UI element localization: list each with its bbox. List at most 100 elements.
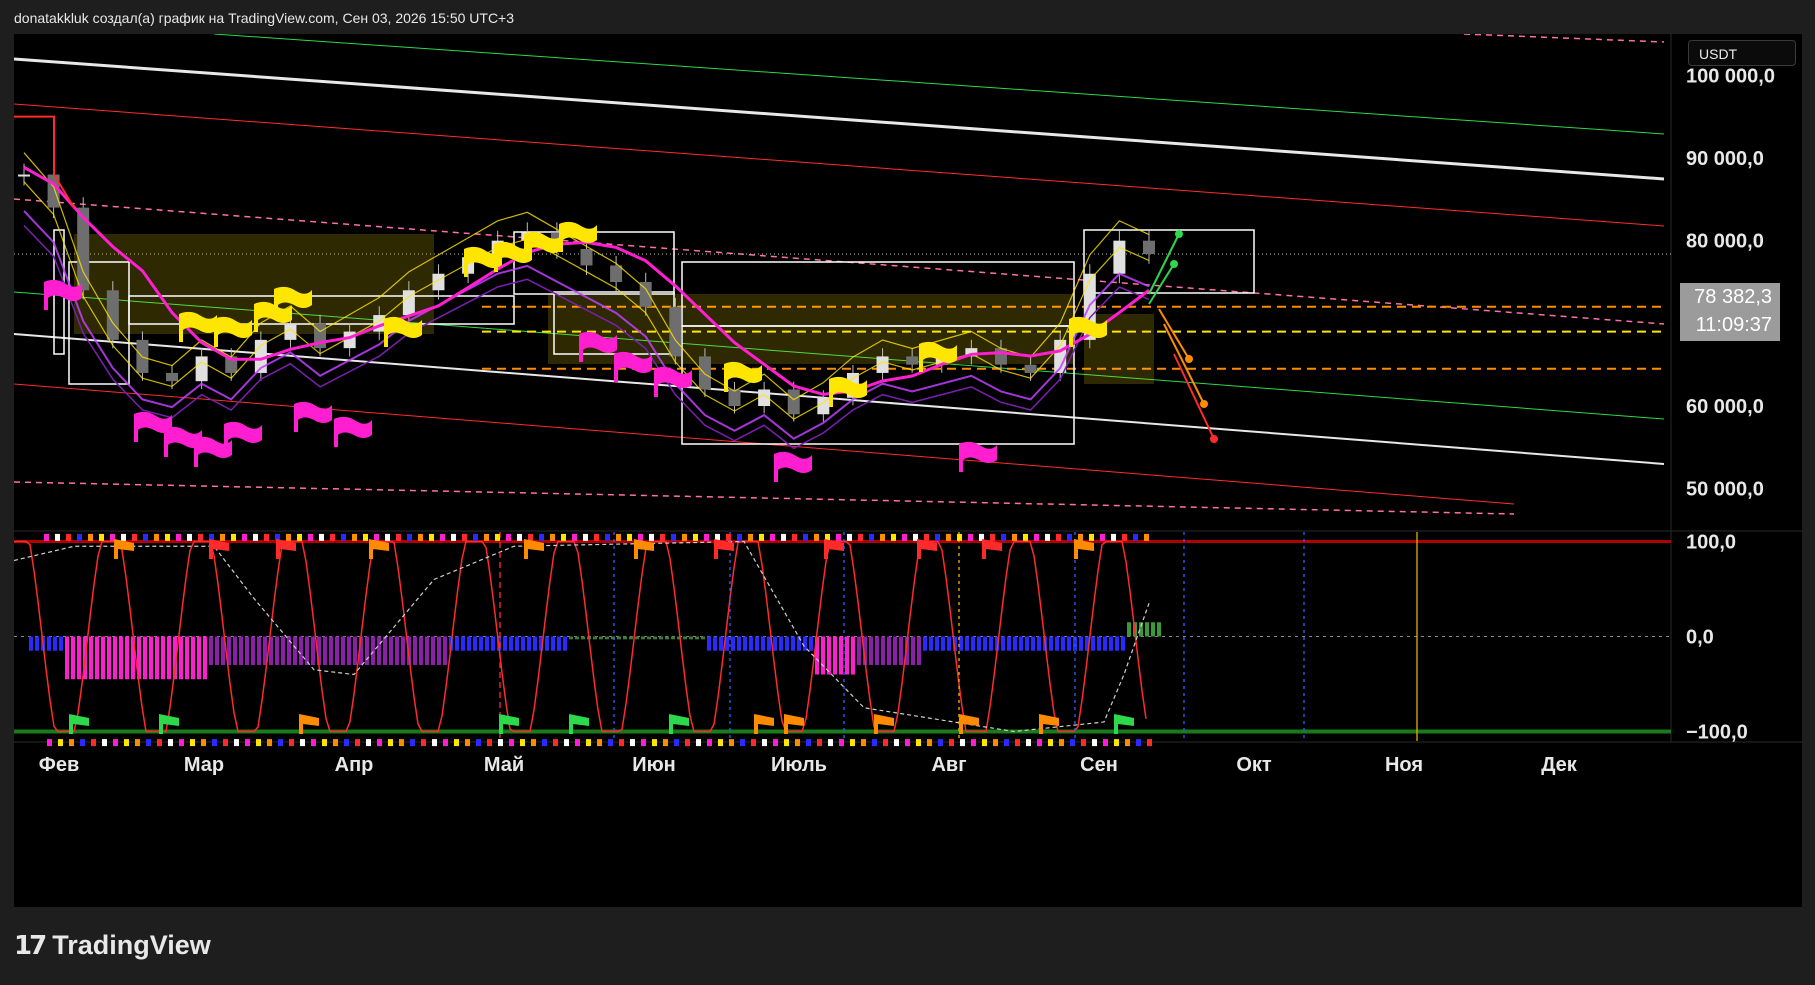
histogram-bar <box>125 636 129 680</box>
signal-dot-top <box>605 533 610 541</box>
candle-body <box>698 356 711 390</box>
histogram-bar <box>425 636 429 665</box>
price-axis-tick: 90 000,0 <box>1686 148 1764 170</box>
histogram-bar <box>791 636 795 651</box>
signal-dot-bottom <box>740 739 745 747</box>
histogram-bar <box>779 636 783 651</box>
histogram-bar <box>323 636 327 665</box>
tradingview-logo-icon: 17 <box>14 930 47 961</box>
histogram-bar <box>755 636 759 651</box>
signal-dot-bottom <box>454 739 459 747</box>
signal-dot-top <box>638 533 643 541</box>
histogram-bar <box>893 636 897 665</box>
signal-dot-bottom <box>465 739 470 747</box>
signal-dot-top <box>495 533 500 541</box>
signal-dot-bottom <box>311 739 316 747</box>
signal-dot-bottom <box>58 739 63 747</box>
histogram-bar <box>845 636 849 675</box>
tradingview-branding[interactable]: 17 TradingView <box>14 930 211 961</box>
signal-dot-bottom <box>872 739 877 747</box>
signal-dot-bottom <box>806 739 811 747</box>
time-axis-tick: Сен <box>1080 754 1118 776</box>
histogram-bar <box>701 636 705 640</box>
histogram-bar <box>395 636 399 665</box>
signal-dot-top <box>682 533 687 541</box>
signal-dot-top <box>176 533 181 541</box>
signal-dot-top <box>1078 533 1083 541</box>
signal-dot-bottom <box>905 739 910 747</box>
signal-dot-top <box>891 533 896 541</box>
histogram-bar <box>281 636 285 665</box>
histogram-bar <box>803 636 807 651</box>
signal-dot-bottom <box>1125 739 1130 747</box>
histogram-bar <box>569 636 573 640</box>
signal-dot-bottom <box>696 739 701 747</box>
signal-dot-top <box>220 533 225 541</box>
signal-dot-bottom <box>971 739 976 747</box>
forecast-arrow-head <box>1175 230 1183 238</box>
histogram-bar <box>785 636 789 651</box>
time-axis-tick: Ноя <box>1385 754 1423 776</box>
histogram-bar <box>599 636 603 640</box>
histogram-bar <box>185 636 189 680</box>
red-stop-line <box>14 115 75 209</box>
chart-canvas[interactable]: 100 000,090 000,080 000,070 000,060 000,… <box>14 34 1802 907</box>
chart-area[interactable]: 100 000,090 000,080 000,070 000,060 000,… <box>14 34 1802 907</box>
signal-dot-bottom <box>135 739 140 747</box>
signal-dot-top <box>1034 533 1039 541</box>
signal-dot-bottom <box>641 739 646 747</box>
signal-dot-bottom <box>520 739 525 747</box>
currency-selector[interactable]: USDT <box>1688 40 1796 66</box>
time-axis-tick: Апр <box>335 754 374 776</box>
time-axis-tick: Авг <box>931 754 966 776</box>
histogram-bar <box>989 636 993 651</box>
histogram-bar <box>821 636 825 675</box>
signal-dot-bottom <box>399 739 404 747</box>
histogram-bar <box>209 636 213 665</box>
histogram-bar <box>545 636 549 651</box>
signal-dot-top <box>726 533 731 541</box>
signal-dot-bottom <box>124 739 129 747</box>
signal-dot-top <box>385 533 390 541</box>
histogram-bar <box>191 636 195 680</box>
histogram-bar <box>809 636 813 651</box>
candle-body <box>728 389 741 406</box>
signal-dot-top <box>121 533 126 541</box>
signal-dot-top <box>231 533 236 541</box>
signal-dot-bottom <box>355 739 360 747</box>
candle-body <box>1024 364 1037 373</box>
histogram-bar <box>341 636 345 665</box>
histogram-bar <box>761 636 765 651</box>
candle-body <box>1143 240 1155 255</box>
histogram-bar <box>71 636 75 680</box>
oscillator-axis-tick: 0,0 <box>1686 627 1714 649</box>
histogram-bar <box>245 636 249 665</box>
signal-dot-top <box>957 533 962 541</box>
signal-dot-top <box>704 533 709 541</box>
signal-dot-bottom <box>157 739 162 747</box>
signal-dot-top <box>297 533 302 541</box>
signal-dot-bottom <box>949 739 954 747</box>
signal-dot-bottom <box>432 739 437 747</box>
signal-dot-bottom <box>234 739 239 747</box>
signal-dot-bottom <box>553 739 558 747</box>
histogram-bar <box>155 636 159 680</box>
candle-body <box>580 248 593 266</box>
signal-dot-bottom <box>575 739 580 747</box>
signal-dot-top <box>693 533 698 541</box>
signal-dot-top <box>858 533 863 541</box>
histogram-bar <box>401 636 405 665</box>
signal-dot-bottom <box>256 739 261 747</box>
signal-dot-bottom <box>586 739 591 747</box>
histogram-bar <box>839 636 843 675</box>
signal-dot-bottom <box>663 739 668 747</box>
histogram-bar <box>509 636 513 651</box>
histogram-bar <box>947 636 951 651</box>
signal-dot-top <box>528 533 533 541</box>
candle-body <box>817 397 830 415</box>
signal-dot-bottom <box>168 739 173 747</box>
histogram-bar <box>257 636 261 665</box>
signal-dot-top <box>99 533 104 541</box>
signal-dot-top <box>748 533 753 541</box>
histogram-bar <box>623 636 627 640</box>
